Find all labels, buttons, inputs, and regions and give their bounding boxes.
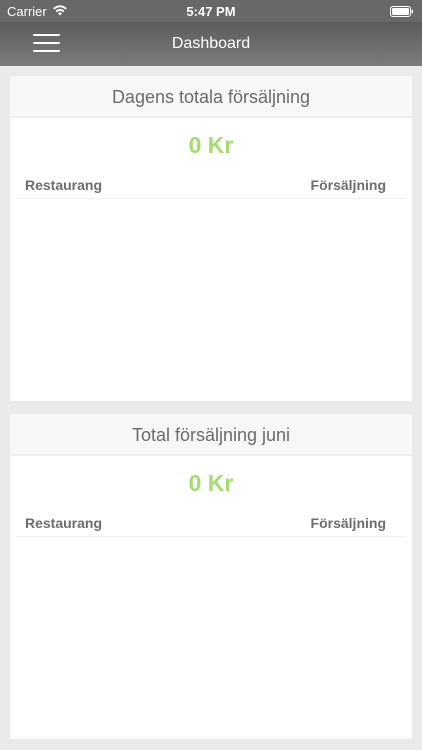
column-restaurant: Restaurang: [25, 515, 103, 531]
column-restaurant: Restaurang: [25, 177, 103, 193]
status-bar: Carrier 5:47 PM: [0, 0, 422, 22]
card-title: Dagens totala försäljning: [10, 76, 412, 118]
column-sales: Försäljning: [310, 177, 386, 193]
page-title: Dashboard: [171, 35, 251, 52]
navigation-bar: Dashboard: [0, 22, 422, 66]
sales-total-amount: 0 Kr: [188, 470, 234, 496]
status-time: 5:47 PM: [186, 4, 236, 19]
table-header: Restaurang Försäljning: [16, 175, 406, 199]
battery-icon: [390, 6, 414, 17]
table-header: Restaurang Försäljning: [16, 513, 406, 537]
card-title: Total försäljning juni: [10, 414, 412, 456]
sales-total-amount: 0 Kr: [188, 132, 234, 158]
column-sales: Försäljning: [310, 515, 386, 531]
daily-sales-card: Dagens totala försäljning 0 Kr Restauran…: [10, 76, 412, 401]
monthly-sales-card: Total försäljning juni 0 Kr Restaurang F…: [10, 414, 412, 739]
